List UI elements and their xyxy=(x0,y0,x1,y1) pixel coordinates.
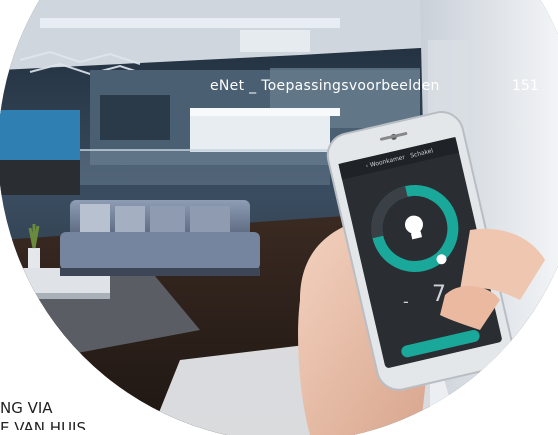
dial-value: 7 xyxy=(432,282,446,307)
page-header-title: eNet _ Toepassingsvoorbeelden xyxy=(210,78,440,94)
page-number: 151 xyxy=(512,78,539,94)
dial-minus[interactable]: - xyxy=(403,292,409,311)
caption-line-1: NG VIA xyxy=(0,399,53,417)
caption-line-2: E VAN HUIS xyxy=(0,419,87,430)
caption: NG VIA E VAN HUIS xyxy=(0,398,86,430)
living-room-photo xyxy=(0,0,558,435)
